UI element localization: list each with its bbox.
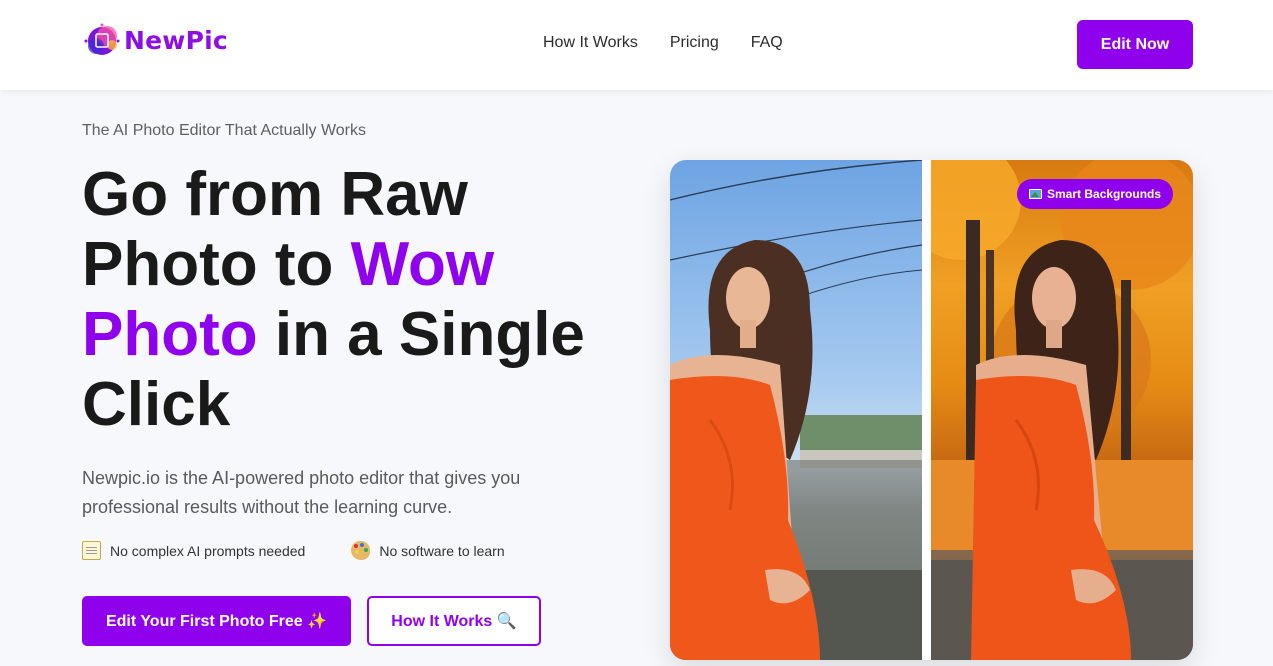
comparison-divider[interactable] bbox=[922, 160, 931, 660]
logo-icon bbox=[84, 23, 120, 55]
feature-list: No complex AI prompts needed No software… bbox=[82, 541, 505, 560]
nav-pricing[interactable]: Pricing bbox=[670, 34, 719, 52]
feature-item: No software to learn bbox=[351, 541, 505, 560]
edit-now-button[interactable]: Edit Now bbox=[1077, 20, 1193, 69]
hero-subtext: Newpic.io is the AI-powered photo editor… bbox=[82, 468, 521, 517]
how-it-works-button[interactable]: How It Works 🔍 bbox=[367, 596, 541, 646]
after-photo bbox=[931, 160, 1193, 660]
logo[interactable]: NewPic bbox=[82, 21, 228, 59]
smart-backgrounds-badge: Smart Backgrounds bbox=[1017, 179, 1174, 209]
feature-label: No software to learn bbox=[379, 542, 505, 559]
feature-label: No complex AI prompts needed bbox=[110, 542, 306, 559]
before-photo bbox=[670, 160, 922, 660]
edit-first-photo-button[interactable]: Edit Your First Photo Free ✨ bbox=[82, 596, 351, 646]
main-nav: How It Works Pricing FAQ bbox=[543, 34, 783, 52]
nav-faq[interactable]: FAQ bbox=[751, 34, 783, 52]
badge-label: Smart Backgrounds bbox=[1047, 187, 1162, 201]
before-photo-scene bbox=[670, 160, 922, 660]
site-header: NewPic How It Works Pricing FAQ Edit Now bbox=[0, 0, 1273, 90]
nav-how-it-works[interactable]: How It Works bbox=[543, 34, 638, 52]
palette-icon bbox=[351, 541, 371, 560]
feature-item: No complex AI prompts needed bbox=[82, 541, 305, 560]
framed-picture-icon bbox=[1029, 189, 1042, 199]
after-photo-scene bbox=[931, 160, 1193, 660]
memo-icon bbox=[82, 541, 101, 560]
logo-text: NewPic bbox=[124, 25, 228, 55]
hero-eyebrow: The AI Photo Editor That Actually Works bbox=[82, 122, 366, 139]
hero-headline: Go from Raw Photo to Wow Photo in a Sing… bbox=[82, 160, 642, 440]
before-after-comparison[interactable]: Smart Backgrounds bbox=[670, 160, 1193, 660]
